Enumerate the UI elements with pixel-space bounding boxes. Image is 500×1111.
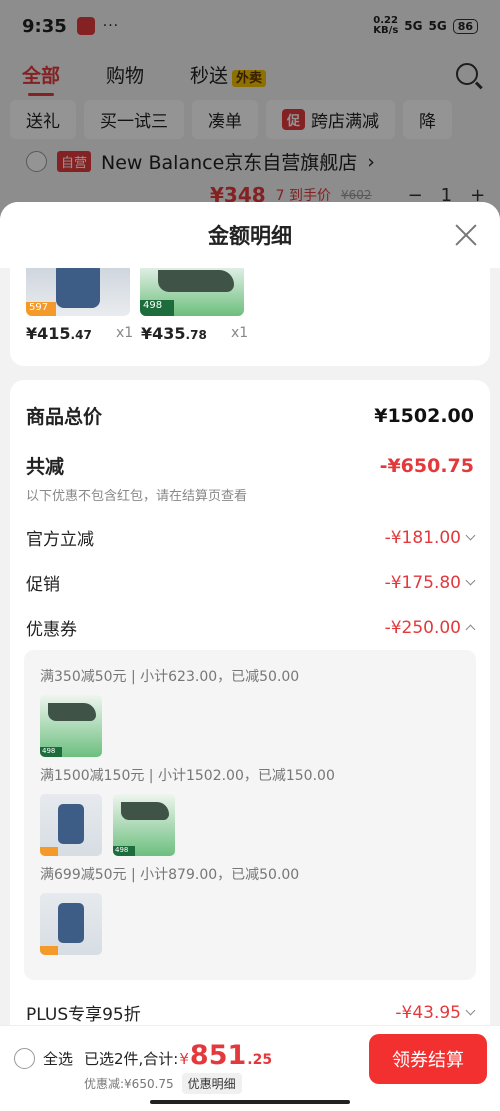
total-label: 商品总价 [26, 406, 103, 428]
chevron-down-icon[interactable] [465, 575, 476, 586]
select-all[interactable]: 全选 [14, 1048, 73, 1069]
coupon-value: -¥250.00 [384, 617, 461, 638]
chevron-up-icon[interactable] [465, 624, 476, 635]
coupon-product-jacket [40, 794, 102, 856]
discount-value: -¥650.75 [379, 454, 474, 477]
promotion-value: -¥175.80 [384, 572, 461, 593]
discount-label: 共减 [26, 456, 65, 478]
coupon-label: 优惠券 [26, 620, 77, 640]
price-tag: 498 [140, 300, 174, 316]
home-indicator [150, 1100, 350, 1104]
plus-discount-value: -¥43.95 [395, 1002, 461, 1023]
shoe-image [158, 270, 234, 292]
discount-note: 以下优惠不包含红包，请在结算页查看 [26, 489, 248, 504]
selected-count: 已选2件,合计: [84, 1050, 179, 1068]
currency-symbol: ¥ [179, 1050, 189, 1068]
total-value: ¥1502.00 [374, 404, 474, 427]
plus-discount-row[interactable]: PLUS专享95折 -¥43.95 [26, 1000, 476, 1025]
close-icon[interactable] [454, 223, 478, 247]
items-card: 597 498 ¥415.47 x1 ¥435.78 x1 [10, 268, 490, 366]
sheet-title: 金额明细 [208, 224, 292, 248]
plus-discount-label: PLUS专享95折 [26, 1005, 141, 1025]
coupon-rule: 满699减50元 | 小计879.00，已减50.00 [40, 867, 300, 883]
checkout-button[interactable]: 领券结算 [369, 1034, 487, 1084]
official-discount-value: -¥181.00 [384, 527, 461, 548]
checkout-bar: 全选 已选2件,合计: ¥ 851 .25 优惠减:¥650.75 优惠明细 领… [0, 1025, 500, 1111]
coupon-product-shoe: 498 [40, 695, 102, 757]
coupon-product-jacket [40, 893, 102, 955]
chevron-down-icon[interactable] [465, 1005, 476, 1016]
discount-row: 共减 -¥650.75 [26, 452, 474, 479]
amount-breakdown-card: 商品总价 ¥1502.00 共减 -¥650.75 以下优惠不包含红包，请在结算… [10, 380, 490, 1111]
coupon-detail-box: 满350减50元 | 小计623.00，已减50.00 498 满1500减15… [24, 650, 476, 980]
coupon-row[interactable]: 优惠券 -¥250.00 [26, 615, 476, 640]
coupon-rule: 满350减50元 | 小计623.00，已减50.00 [40, 669, 300, 685]
sheet-header: 金额明细 [0, 202, 500, 268]
total-row: 商品总价 ¥1502.00 [26, 402, 474, 429]
promotion-label: 促销 [26, 575, 60, 595]
coupon-product-shoe: 498 [113, 794, 175, 856]
chevron-down-icon[interactable] [465, 530, 476, 541]
price-tag: 597 [26, 302, 56, 316]
item-quantity: x1 [231, 325, 249, 341]
order-summary: 已选2件,合计: ¥ 851 .25 优惠减:¥650.75 优惠明细 [84, 1040, 272, 1094]
total-amount: 851 [189, 1040, 247, 1071]
select-all-label: 全选 [43, 1050, 74, 1068]
official-discount-row[interactable]: 官方立减 -¥181.00 [26, 525, 476, 550]
item-quantity: x1 [116, 325, 134, 341]
jacket-image [56, 268, 100, 308]
item-price: ¥415.47 [26, 324, 92, 343]
product-thumbnail-jacket[interactable]: 597 [26, 268, 130, 316]
item-price: ¥435.78 [141, 324, 207, 343]
total-amount-decimal: .25 [247, 1052, 273, 1068]
coupon-rule: 满1500减150元 | 小计1502.00，已减150.00 [40, 768, 335, 784]
saved-amount: 优惠减:¥650.75 [84, 1077, 174, 1091]
amount-detail-sheet: 金额明细 597 498 ¥415.47 x1 ¥435.78 x1 商品总价 … [0, 202, 500, 1111]
promotion-row[interactable]: 促销 -¥175.80 [26, 570, 476, 595]
official-discount-label: 官方立减 [26, 530, 94, 550]
discount-detail-button[interactable]: 优惠明细 [181, 1073, 242, 1094]
product-thumbnail-shoe[interactable]: 498 [140, 268, 244, 316]
select-all-radio[interactable] [14, 1048, 35, 1069]
